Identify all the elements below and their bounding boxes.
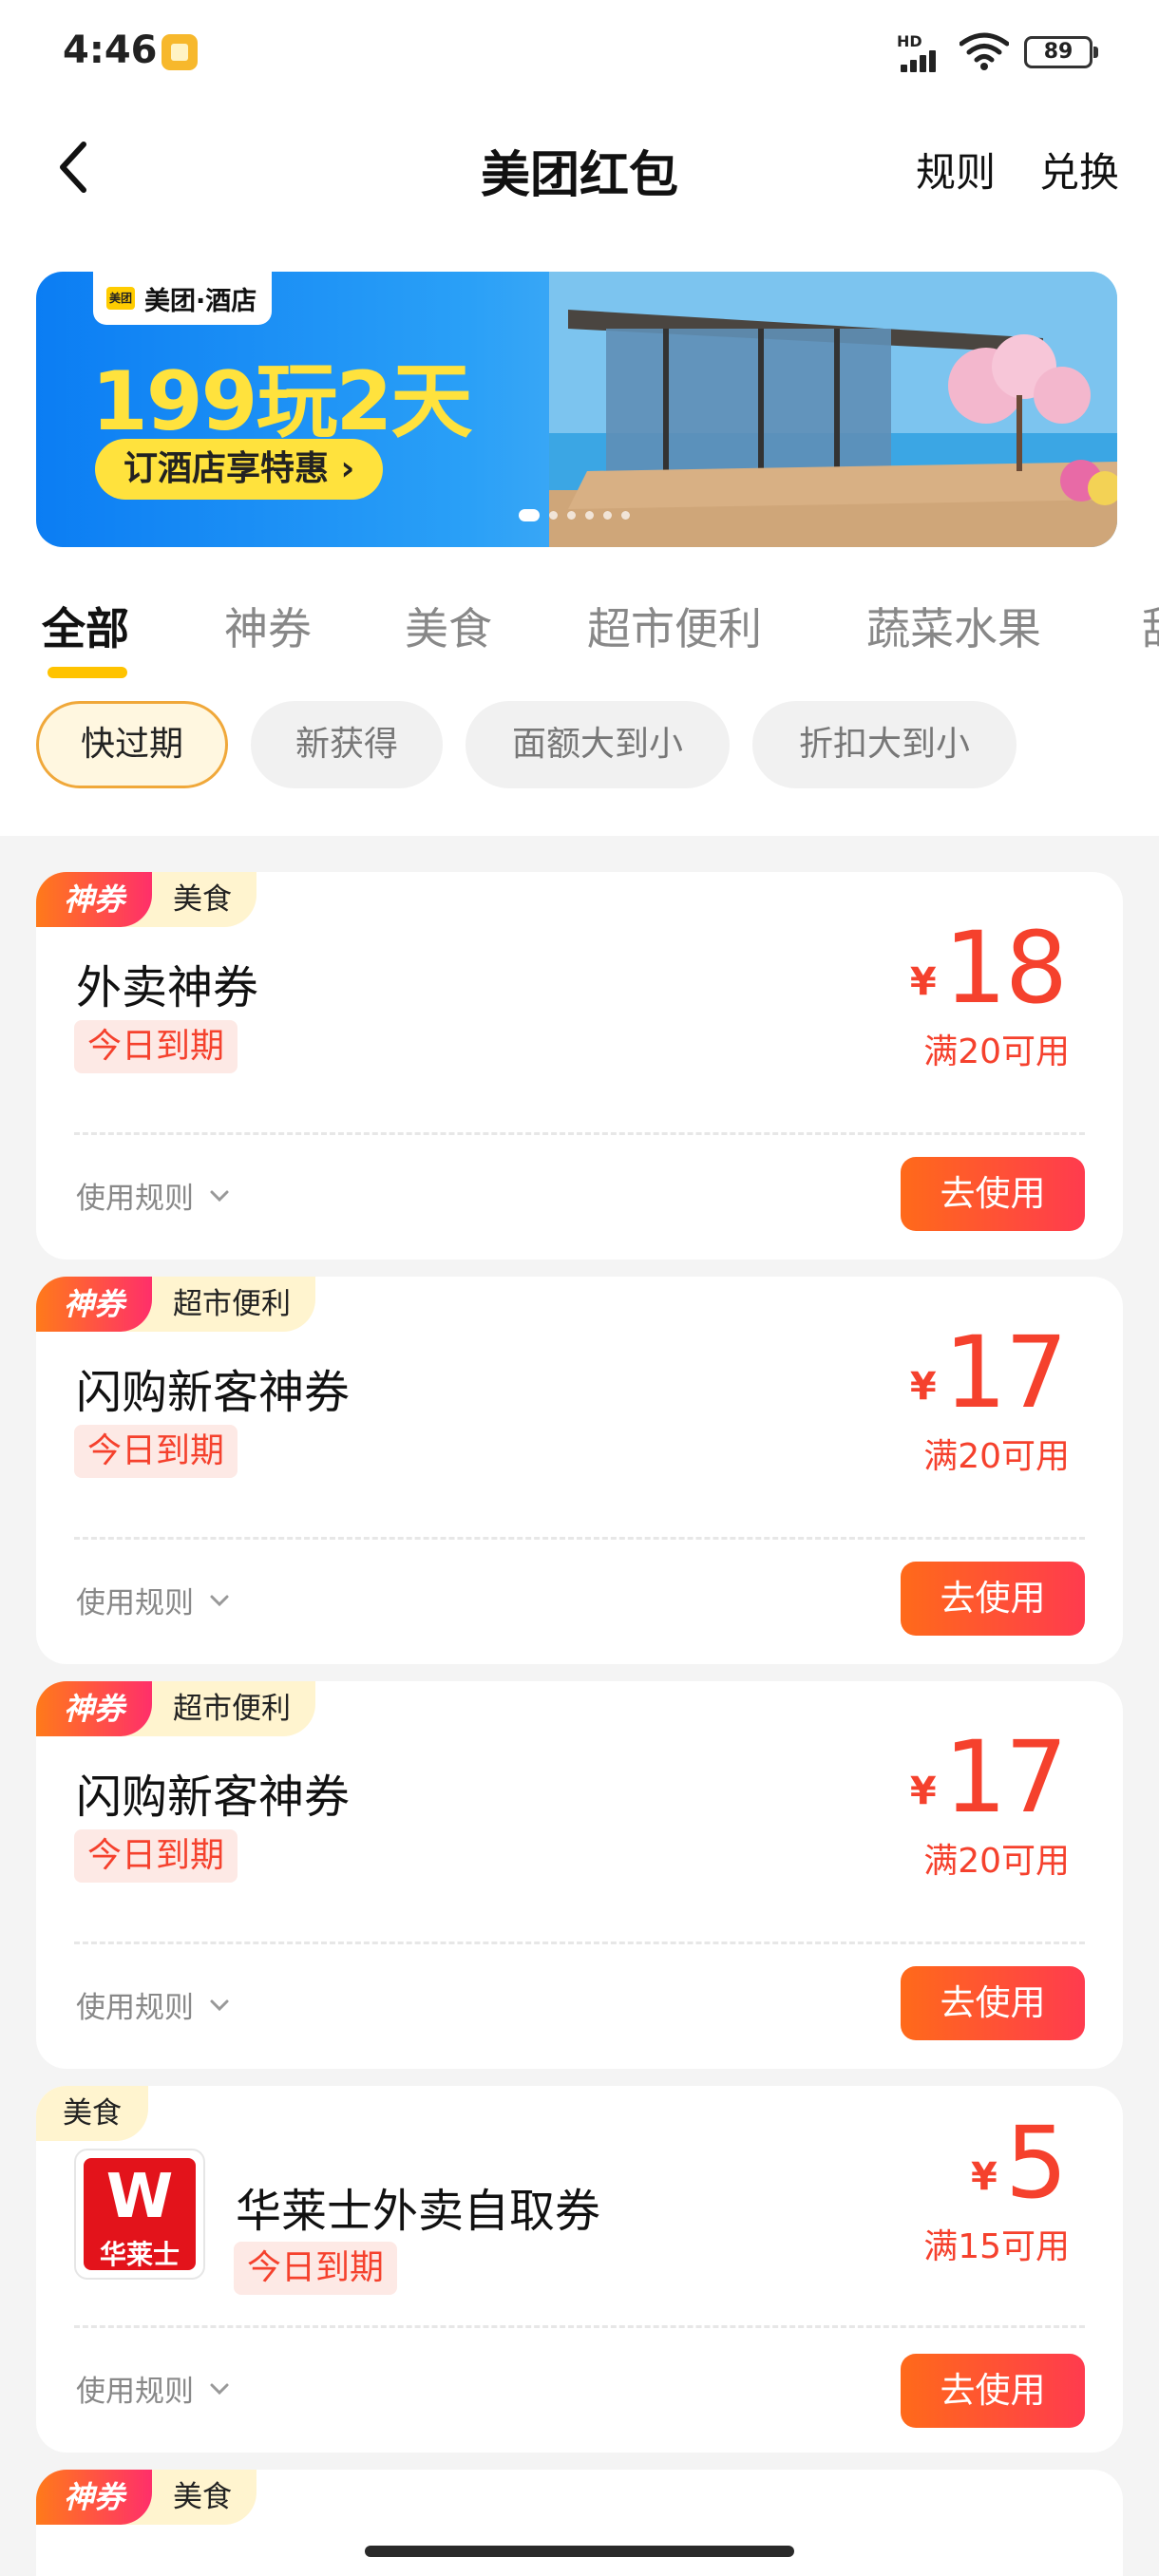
coupon-card: 神券 美食 bbox=[36, 2470, 1123, 2576]
coupon-title: 闪购新客神券 bbox=[76, 1771, 351, 1824]
brand-name: 美团·酒店 bbox=[144, 286, 257, 316]
coupon-badge: 神券 美食 bbox=[36, 2470, 256, 2525]
shenquan-tag: 神券 bbox=[36, 872, 152, 927]
status-bar: 4:46 HD 89 bbox=[0, 0, 1159, 104]
use-button[interactable]: 去使用 bbox=[901, 1157, 1085, 1231]
dashed-divider bbox=[74, 1132, 1085, 1135]
shenquan-tag: 神券 bbox=[36, 2470, 152, 2525]
coupon-condition: 满20可用 bbox=[923, 1437, 1070, 1476]
banner-headline: 199玩2天 bbox=[91, 354, 472, 449]
expiry-tag: 今日到期 bbox=[234, 2242, 398, 2295]
coupon-card: 神券 超市便利 闪购新客神券 今日到期 ¥17 满20可用 使用规则 去使用 bbox=[36, 1681, 1123, 2069]
shenquan-tag: 神券 bbox=[36, 1681, 152, 1736]
coupon-card: 神券 美食 外卖神券 今日到期 ¥18 满20可用 使用规则 去使用 bbox=[36, 872, 1123, 1260]
battery-icon: 89 bbox=[1024, 36, 1098, 68]
wifi-icon bbox=[960, 32, 1009, 70]
dashed-divider bbox=[74, 2325, 1085, 2328]
status-time: 4:46 bbox=[63, 28, 158, 72]
tab-produce[interactable]: 蔬菜水果 bbox=[866, 595, 1041, 657]
usage-rules-toggle[interactable]: 使用规则 bbox=[76, 1579, 232, 1621]
expiry-tag: 今日到期 bbox=[74, 1829, 238, 1883]
chevron-down-icon bbox=[210, 1190, 229, 1202]
usage-rules-toggle[interactable]: 使用规则 bbox=[76, 2367, 232, 2410]
meituan-logo: 美团 bbox=[106, 287, 135, 310]
tab-dessert[interactable]: 甜 bbox=[1142, 595, 1159, 657]
chevron-down-icon bbox=[210, 1595, 229, 1606]
use-button[interactable]: 去使用 bbox=[901, 1562, 1085, 1636]
wallace-logo: W 华莱士 bbox=[74, 2149, 205, 2280]
nav-bar: 美团红包 规则 兑换 bbox=[0, 123, 1159, 209]
active-tab-indicator bbox=[48, 667, 127, 678]
coupon-card: 美食 W 华莱士 华莱士外卖自取券 今日到期 ¥5 满15可用 使用规则 去使用 bbox=[36, 2086, 1123, 2453]
category-tabs: 全部 神券 美食 超市便利 蔬菜水果 甜 bbox=[0, 589, 1159, 684]
coupon-amount: ¥18 bbox=[909, 910, 1068, 1026]
coupon-amount: ¥5 bbox=[970, 2105, 1068, 2221]
category-tag: 超市便利 bbox=[124, 1277, 315, 1332]
expiry-tag: 今日到期 bbox=[74, 1020, 238, 1073]
chevron-down-icon bbox=[210, 2383, 229, 2395]
usage-rules-toggle[interactable]: 使用规则 bbox=[76, 1983, 232, 2026]
filter-expiring[interactable]: 快过期 bbox=[36, 701, 228, 788]
chevron-down-icon bbox=[210, 1999, 229, 2011]
notification-app-icon bbox=[162, 34, 198, 70]
banner-cta-button[interactable]: 订酒店享特惠 › bbox=[95, 439, 384, 500]
coupon-amount: ¥17 bbox=[909, 1719, 1068, 1835]
coupon-card: 神券 超市便利 闪购新客神券 今日到期 ¥17 满20可用 使用规则 去使用 bbox=[36, 1277, 1123, 1664]
usage-rules-toggle[interactable]: 使用规则 bbox=[76, 1174, 232, 1217]
brand-tag: 美团 美团·酒店 bbox=[93, 272, 273, 325]
rules-link[interactable]: 规则 bbox=[916, 141, 996, 199]
coupon-title: 华莱士外卖自取券 bbox=[236, 2185, 601, 2238]
expiry-tag: 今日到期 bbox=[74, 1425, 238, 1478]
use-button[interactable]: 去使用 bbox=[901, 2354, 1085, 2428]
tab-supermarket[interactable]: 超市便利 bbox=[587, 595, 762, 657]
shenquan-tag: 神券 bbox=[36, 1277, 152, 1332]
filter-discount-desc[interactable]: 折扣大到小 bbox=[752, 701, 1016, 788]
tab-food[interactable]: 美食 bbox=[405, 595, 492, 657]
tab-all[interactable]: 全部 bbox=[42, 595, 129, 657]
home-indicator[interactable] bbox=[365, 2546, 794, 2557]
signal-icon bbox=[901, 47, 944, 72]
coupon-badge: 美食 bbox=[36, 2086, 148, 2141]
category-tag: 美食 bbox=[36, 2086, 148, 2141]
coupon-condition: 满20可用 bbox=[923, 1842, 1070, 1881]
coupon-badge: 神券 超市便利 bbox=[36, 1277, 315, 1332]
coupon-title: 外卖神券 bbox=[76, 961, 259, 1014]
promo-banner[interactable]: 美团 美团·酒店 199玩2天 订酒店享特惠 › bbox=[36, 272, 1117, 547]
hotel-villa-image bbox=[549, 272, 1117, 547]
dashed-divider bbox=[74, 1941, 1085, 1944]
coupon-amount: ¥17 bbox=[909, 1315, 1068, 1430]
exchange-link[interactable]: 兑换 bbox=[1039, 141, 1119, 199]
carousel-dots bbox=[519, 509, 630, 521]
category-tag: 超市便利 bbox=[124, 1681, 315, 1736]
dashed-divider bbox=[74, 1537, 1085, 1540]
coupon-badge: 神券 美食 bbox=[36, 872, 256, 927]
coupon-badge: 神券 超市便利 bbox=[36, 1681, 315, 1736]
coupon-condition: 满15可用 bbox=[923, 2227, 1070, 2266]
filter-amount-desc[interactable]: 面额大到小 bbox=[466, 701, 730, 788]
use-button[interactable]: 去使用 bbox=[901, 1966, 1085, 2040]
tab-shenquan[interactable]: 神券 bbox=[224, 595, 312, 657]
filter-new[interactable]: 新获得 bbox=[251, 701, 443, 788]
coupon-title: 闪购新客神券 bbox=[76, 1366, 351, 1419]
coupon-condition: 满20可用 bbox=[923, 1032, 1070, 1071]
